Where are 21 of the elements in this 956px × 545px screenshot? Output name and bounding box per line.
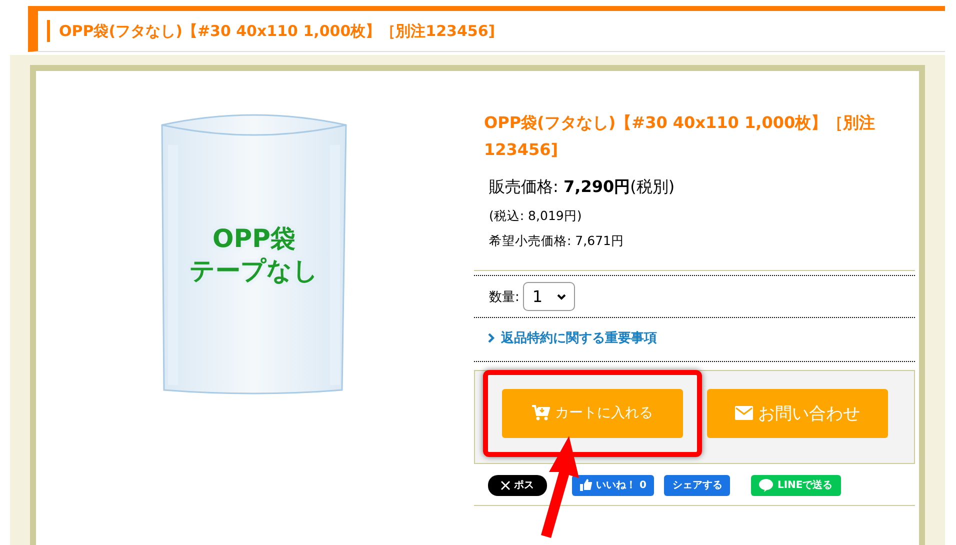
- speech-bubble-icon: [759, 478, 774, 492]
- page-title: OPP袋(フタなし)【#30 40x110 1,000枚】［別注123456]: [47, 20, 496, 42]
- envelope-icon: [735, 406, 753, 420]
- quantity-label: 数量:: [489, 288, 520, 306]
- image-label: OPP袋: [212, 223, 296, 255]
- line-send-button[interactable]: LINEで送る: [751, 474, 841, 496]
- retail-price: 希望小売価格: 7,671円: [488, 233, 625, 250]
- returns-policy-link[interactable]: 返品特約に関する重要事項: [501, 329, 657, 347]
- thumbs-up-icon: [580, 479, 592, 491]
- post-button[interactable]: ポス: [488, 474, 547, 496]
- chevron-right-icon: [488, 333, 495, 343]
- like-button[interactable]: いいね！ 0: [572, 474, 654, 496]
- chevron-down-icon: [556, 294, 566, 300]
- sale-price: 販売価格: 7,290円(税別): [488, 177, 676, 198]
- image-label: テープなし: [190, 255, 318, 287]
- cart-icon: [532, 405, 550, 421]
- x-logo-icon: [501, 480, 510, 490]
- quantity-select[interactable]: 1: [523, 282, 575, 311]
- share-button[interactable]: シェアする: [664, 474, 730, 496]
- product-title: OPP袋(フタなし)【#30 40x110 1,000枚】［別注123456]: [483, 112, 876, 161]
- tax-included-price: (税込: 8,019円): [488, 208, 583, 225]
